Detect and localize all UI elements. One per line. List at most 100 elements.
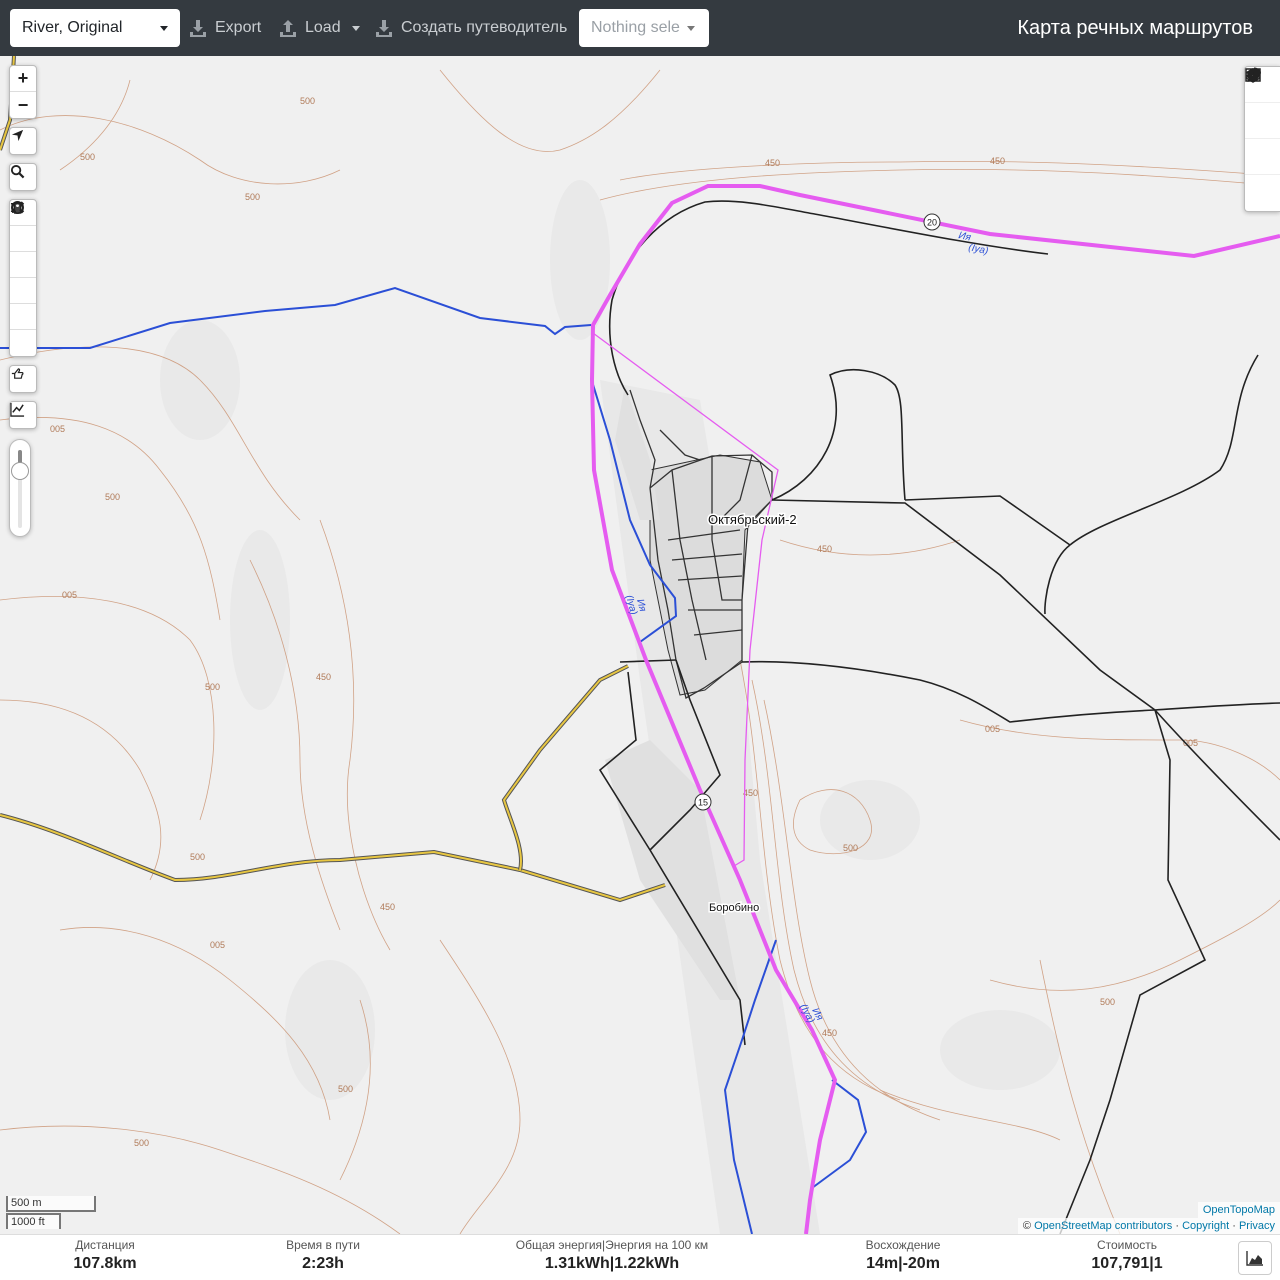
contour-label: 005: [210, 940, 225, 950]
chevron-down-icon: [687, 26, 695, 31]
location-arrow-icon: [11, 129, 24, 142]
export-label: Export: [215, 19, 262, 36]
scale-imperial: 1000 ft: [6, 1213, 61, 1229]
stat-time-value: 2:23h: [302, 1255, 344, 1272]
profile-select-value: River, Original: [22, 19, 123, 36]
create-guide-button[interactable]: Создать путеводитель: [374, 14, 567, 42]
profile-select[interactable]: River, Original: [10, 9, 180, 47]
contour-label: 450: [316, 672, 331, 682]
app-title: Карта речных маршрутов: [1017, 17, 1253, 39]
add-poi-button[interactable]: [10, 201, 36, 330]
contour-label: 500: [205, 682, 220, 692]
pie-chart-icon: [1247, 67, 1261, 81]
stat-distance-label: Дистанция: [75, 1238, 135, 1252]
route-select-value: Nothing sele: [591, 19, 680, 36]
line-chart-icon: [10, 402, 25, 417]
map-view[interactable]: 500 500 500 450 450 005 500 005 500 450 …: [0, 56, 1280, 1234]
delete-route-button[interactable]: [10, 201, 36, 356]
zoom-in-button[interactable]: +: [10, 66, 36, 92]
create-guide-label: Создать путеводитель: [401, 19, 568, 36]
contour-labels: 500 500 500 450 450 005 500 005 500 450 …: [50, 96, 1198, 1148]
no-go-area-button[interactable]: [10, 201, 36, 278]
stat-cost-label: Стоимость: [1096, 1238, 1158, 1252]
contour-label: 500: [190, 852, 205, 862]
scale-metric: 500 m: [6, 1196, 96, 1212]
upload-icon: [280, 20, 296, 37]
stat-time: Время в пути 2:23h: [273, 1238, 373, 1275]
yellow-roads: [0, 56, 666, 903]
thumb-button[interactable]: [10, 366, 36, 392]
load-label: Load: [305, 19, 341, 36]
map-canvas[interactable]: 500 500 500 450 450 005 500 005 500 450 …: [0, 56, 1280, 1234]
contour-label: 500: [843, 843, 858, 853]
road-shield-15: 15: [694, 793, 712, 811]
elevation-profile-button[interactable]: [1238, 1241, 1272, 1275]
route-stats-footer: Дистанция 107.8km Время в пути 2:23h Общ…: [0, 1234, 1280, 1280]
contour-label: 500: [300, 96, 315, 106]
export-button[interactable]: Export: [188, 14, 261, 42]
elevation-chart-button[interactable]: [10, 402, 36, 428]
contour-label: 005: [62, 590, 77, 600]
contour-label: 500: [338, 1084, 353, 1094]
separator: ·: [1175, 1220, 1179, 1232]
opentopomap-link[interactable]: OpenTopoMap: [1203, 1204, 1275, 1216]
download-icon: [190, 20, 206, 37]
contour-label: 500: [80, 152, 95, 162]
route-select[interactable]: Nothing sele: [579, 9, 709, 47]
locate-control: [9, 127, 37, 155]
load-button[interactable]: Load: [278, 14, 360, 42]
tile-attribution: OpenTopoMap: [1197, 1202, 1280, 1218]
town-label-oktyabrsky: Октябрьский-2: [708, 512, 797, 527]
right-toolbar: [1244, 66, 1280, 212]
stat-energy: Общая энергия|Энергия на 100 км 1.31kWh|…: [497, 1238, 727, 1275]
contour-label: 450: [822, 1028, 837, 1038]
contour-label: 450: [765, 158, 780, 168]
contour-label: 500: [245, 192, 260, 202]
stat-time-label: Время в пути: [286, 1238, 360, 1252]
stat-cost-value: 107,791|1: [1091, 1255, 1163, 1272]
stat-energy-value: 1.31kWh|1.22kWh: [544, 1255, 680, 1272]
chevron-down-icon: [351, 25, 360, 31]
search-icon: [10, 164, 25, 179]
search-button[interactable]: [10, 164, 36, 190]
zoom-slider-knob[interactable]: [11, 462, 29, 480]
contour-label: 450: [380, 902, 395, 912]
download-icon: [376, 20, 392, 37]
zoom-control: + −: [9, 65, 37, 119]
contour-label: 005: [985, 724, 1000, 734]
stat-distance-value: 107.8km: [73, 1255, 137, 1272]
settings-button[interactable]: [1245, 68, 1280, 139]
hand-point-icon: [11, 368, 24, 379]
circle-button[interactable]: [10, 201, 36, 304]
stat-cost: Стоимость 107,791|1: [1072, 1238, 1182, 1275]
area-chart-icon: [1246, 1251, 1263, 1266]
draw-toolbar: [9, 199, 37, 357]
locate-button[interactable]: [10, 128, 36, 154]
statistics-button[interactable]: [1245, 67, 1280, 211]
stat-ascent-value: 14m|-20m: [866, 1255, 940, 1272]
road-shield-20: 20: [923, 213, 941, 231]
zoom-out-button[interactable]: −: [10, 92, 36, 118]
stat-distance: Дистанция 107.8km: [55, 1238, 155, 1275]
road-shield-20-label: 20: [927, 218, 937, 228]
privacy-link[interactable]: Privacy: [1239, 1220, 1275, 1232]
reverse-route-button[interactable]: [10, 201, 36, 252]
thumb-control: [9, 365, 37, 393]
chevron-down-icon: [160, 26, 168, 31]
contour-label: 500: [1100, 997, 1115, 1007]
data-table-button[interactable]: [1245, 68, 1280, 175]
stat-ascent-label: Восхождение: [865, 1238, 941, 1252]
elevation-control: [9, 401, 37, 429]
separator: ·: [1232, 1220, 1236, 1232]
stat-energy-label: Общая энергия|Энергия на 100 км: [515, 1238, 709, 1252]
osm-contributors-link[interactable]: OpenStreetMap contributors: [1034, 1220, 1172, 1232]
contour-label: 500: [134, 1138, 149, 1148]
copyright-link[interactable]: Copyright: [1182, 1220, 1229, 1232]
town-label-borobino: Боробино: [709, 902, 759, 914]
stat-ascent: Восхождение 14m|-20m: [843, 1238, 963, 1275]
zoom-slider[interactable]: [9, 439, 31, 537]
search-control: [9, 163, 37, 191]
road-shield-15-label: 15: [698, 798, 708, 808]
osm-attribution: © OpenStreetMap contributors · Copyright…: [1017, 1218, 1280, 1234]
contour-label: 005: [50, 424, 65, 434]
